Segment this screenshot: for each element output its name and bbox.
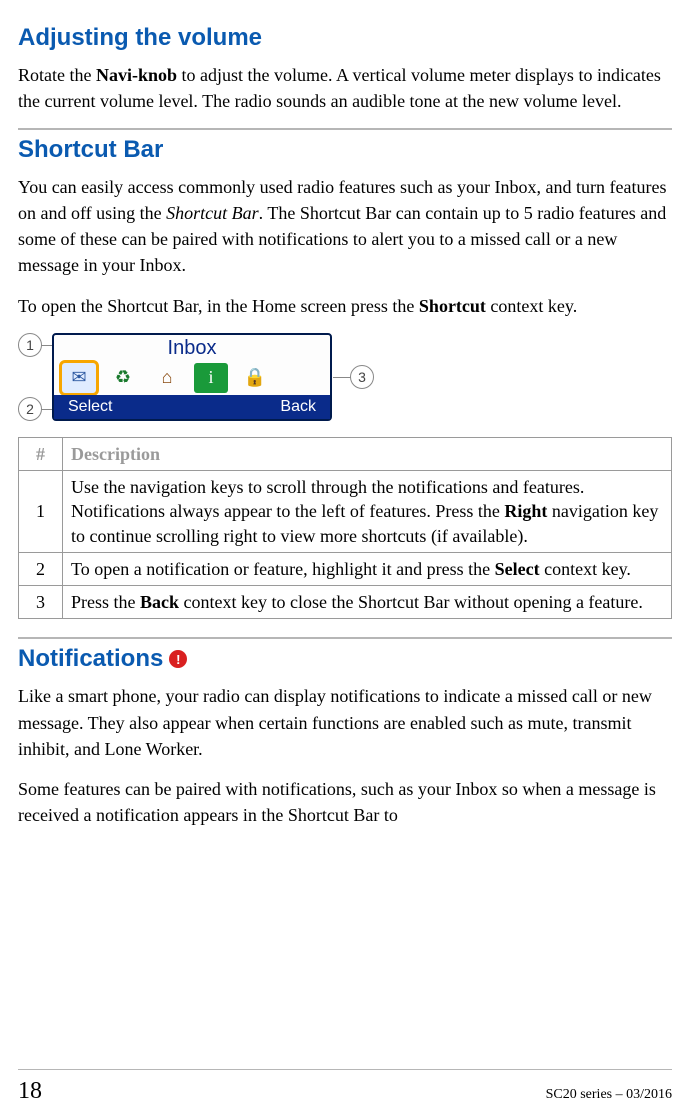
col-number: # xyxy=(19,437,63,470)
text: To open a notification or feature, highl… xyxy=(71,559,495,579)
back-key-term: Back xyxy=(140,592,179,612)
back-softkey: Back xyxy=(280,398,316,416)
callout-3: 3 xyxy=(350,365,374,389)
row-desc: Press the Back context key to close the … xyxy=(63,586,672,619)
home-icon: ⌂ xyxy=(150,363,184,393)
icon-row: ✉ ♻ ⌂ i 🔒 xyxy=(54,361,330,395)
lock-icon: 🔒 xyxy=(238,363,272,393)
table-row: 1 Use the navigation keys to scroll thro… xyxy=(19,470,672,552)
para-notif-2: Some features can be paired with notific… xyxy=(18,776,672,828)
heading-text: Notifications xyxy=(18,645,163,673)
table-header-row: # Description xyxy=(19,437,672,470)
text: context key. xyxy=(540,559,631,579)
callout-2: 2 xyxy=(18,397,42,421)
right-key-term: Right xyxy=(504,501,547,521)
para-notif-1: Like a smart phone, your radio can displ… xyxy=(18,683,672,761)
shortcut-bar-illustration: 1 2 Inbox ✉ ♻ ⌂ i 🔒 Select Back 3 xyxy=(18,333,672,421)
callouts-left: 1 2 xyxy=(18,333,42,421)
row-desc: To open a notification or feature, highl… xyxy=(63,552,672,585)
page-footer: 18 SC20 series – 03/2016 xyxy=(18,1069,672,1105)
row-num: 2 xyxy=(19,552,63,585)
screen-title: Inbox xyxy=(54,335,330,361)
callout-1: 1 xyxy=(18,333,42,357)
heading-adjusting-volume: Adjusting the volume xyxy=(18,18,672,52)
row-num: 1 xyxy=(19,470,63,552)
para-shortcut-2: To open the Shortcut Bar, in the Home sc… xyxy=(18,293,672,319)
text: Rotate the xyxy=(18,65,96,85)
info-icon: i xyxy=(194,363,228,393)
inbox-icon: ✉ xyxy=(62,363,96,393)
table-row: 3 Press the Back context key to close th… xyxy=(19,586,672,619)
col-description: Description xyxy=(63,437,672,470)
select-softkey: Select xyxy=(68,398,112,416)
heading-shortcut-bar: Shortcut Bar xyxy=(18,128,672,164)
text: To open the Shortcut Bar, in the Home sc… xyxy=(18,296,419,316)
heading-notifications: Notifications ! xyxy=(18,639,672,673)
document-id: SC20 series – 03/2016 xyxy=(546,1087,672,1103)
row-desc: Use the navigation keys to scroll throug… xyxy=(63,470,672,552)
alert-icon: ! xyxy=(169,650,187,668)
shortcut-term: Shortcut xyxy=(419,296,486,316)
navi-knob-term: Navi-knob xyxy=(96,65,177,85)
table-row: 2 To open a notification or feature, hig… xyxy=(19,552,672,585)
shortcut-bar-term: Shortcut Bar xyxy=(166,203,259,223)
screen-footer: Select Back xyxy=(54,395,330,419)
text: context key to close the Shortcut Bar wi… xyxy=(179,592,643,612)
refresh-icon: ♻ xyxy=(106,363,140,393)
text: Press the xyxy=(71,592,140,612)
para-shortcut-1: You can easily access commonly used radi… xyxy=(18,174,672,278)
row-num: 3 xyxy=(19,586,63,619)
para-volume: Rotate the Navi-knob to adjust the volum… xyxy=(18,62,672,114)
callouts-right: 3 xyxy=(350,365,374,389)
shortcut-bar-screen: Inbox ✉ ♻ ⌂ i 🔒 Select Back xyxy=(52,333,332,421)
select-key-term: Select xyxy=(495,559,540,579)
description-table: # Description 1 Use the navigation keys … xyxy=(18,437,672,620)
page-number: 18 xyxy=(18,1078,42,1105)
text: context key. xyxy=(486,296,577,316)
